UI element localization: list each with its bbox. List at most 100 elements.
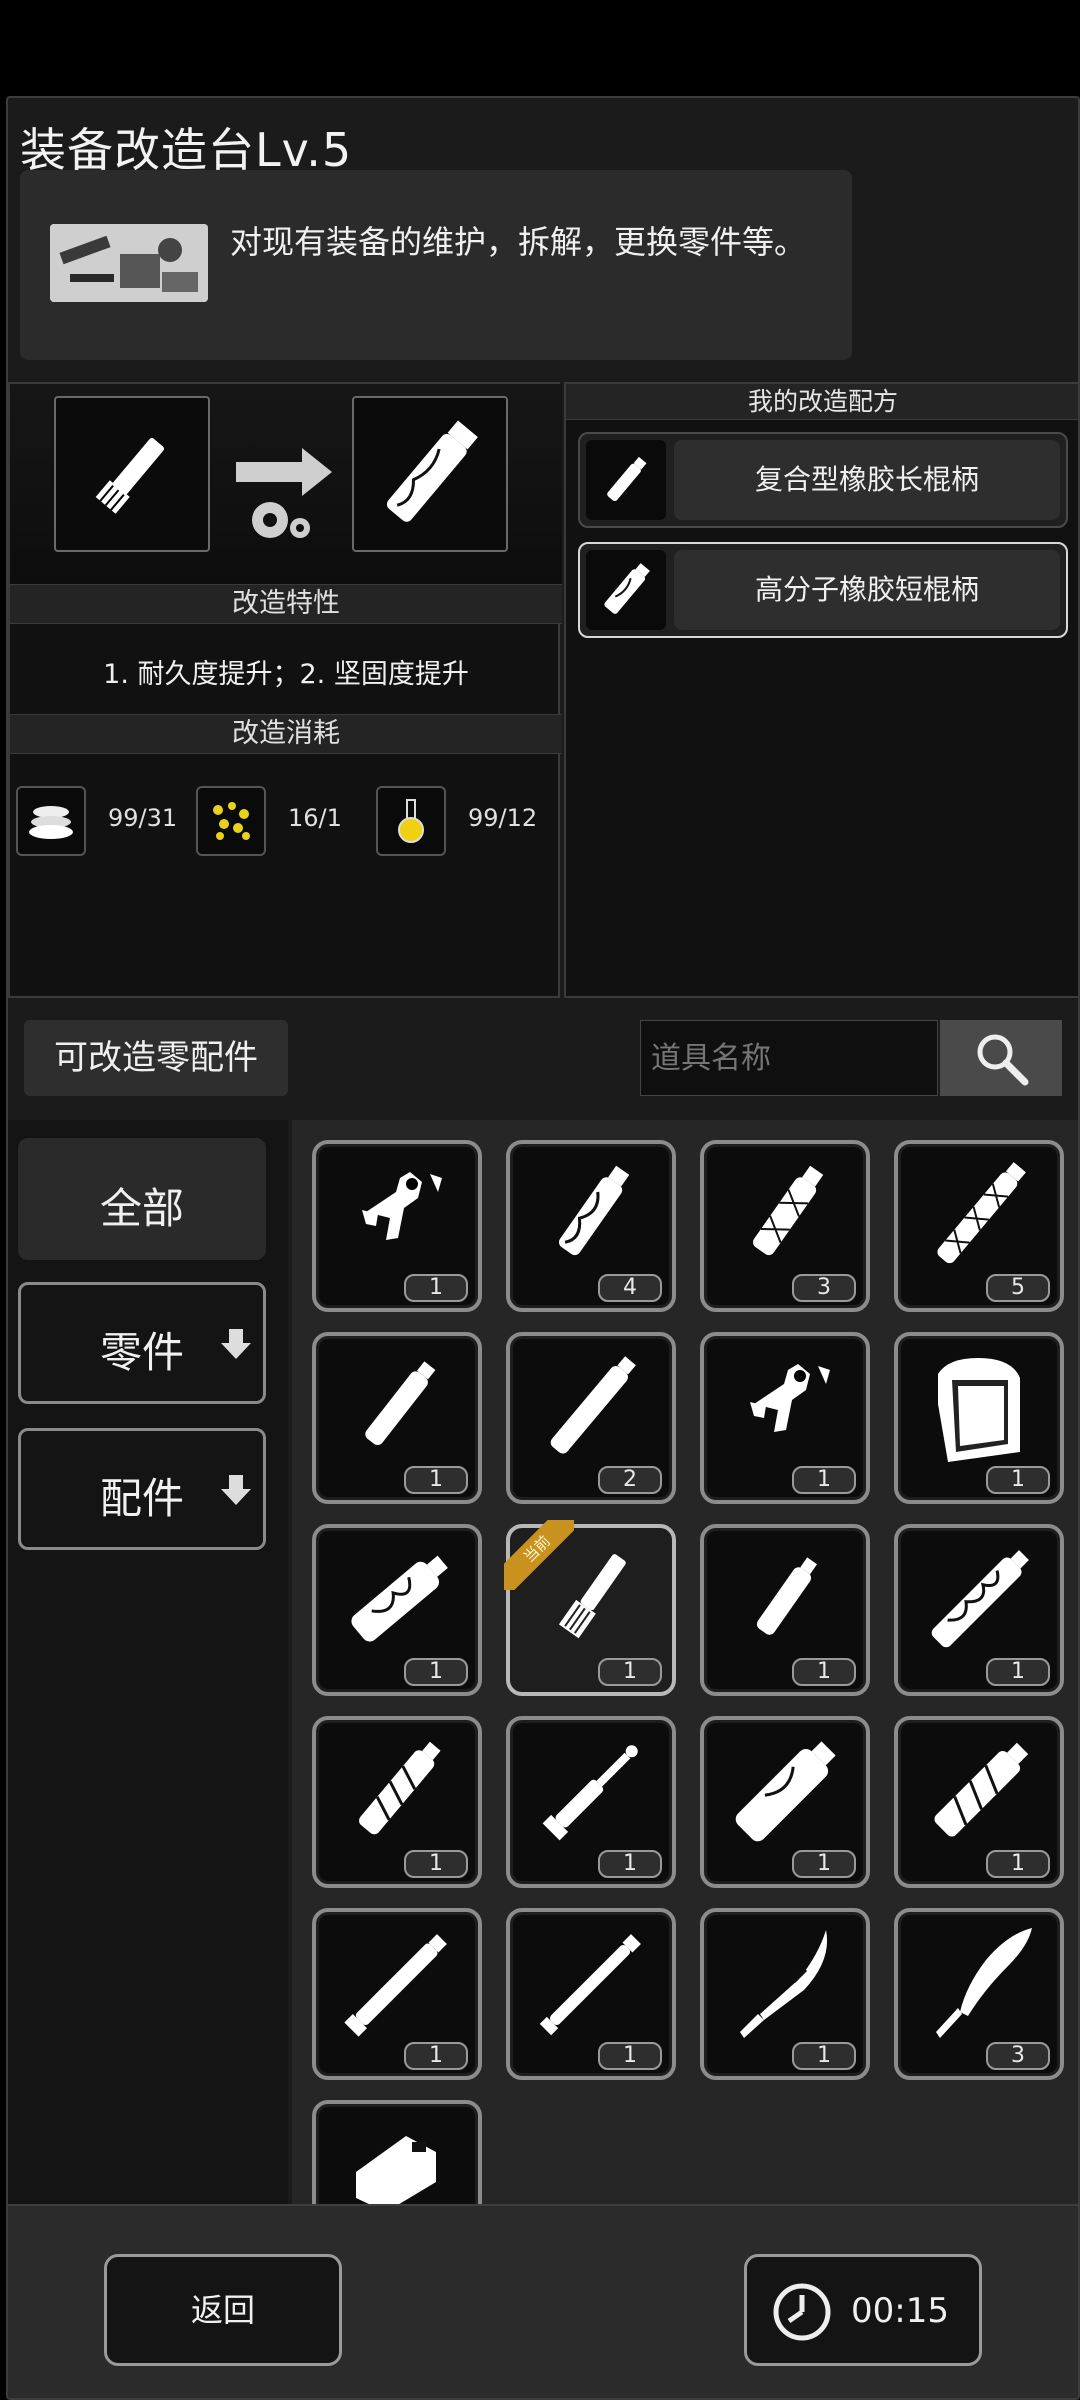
part-item[interactable]: 1 xyxy=(700,1332,870,1504)
back-button[interactable]: 返回 xyxy=(104,2254,342,2366)
search-button[interactable] xyxy=(940,1020,1062,1096)
cost-row: 99/31 16/1 99/12 xyxy=(10,780,562,860)
arrow-down-icon xyxy=(221,1329,251,1359)
item-count: 3 xyxy=(986,2042,1050,2070)
part-item[interactable]: 1 xyxy=(312,1716,482,1888)
features-title: 改造特性 xyxy=(10,584,562,624)
timer-button[interactable]: 00:15 xyxy=(744,2254,982,2366)
arrow-down-icon xyxy=(221,1475,251,1505)
part-item[interactable]: 1 xyxy=(312,1140,482,1312)
gold-nuggets-icon xyxy=(196,786,266,856)
part-item[interactable]: 1 xyxy=(894,1524,1064,1696)
item-count: 1 xyxy=(404,2042,468,2070)
short-grip-icon xyxy=(95,438,165,514)
flask-icon xyxy=(376,786,446,856)
swirl-grip-icon xyxy=(351,1555,448,1642)
cost-value: 16/1 xyxy=(288,804,342,832)
recipe-title: 我的改造配方 xyxy=(566,384,1078,420)
item-count: 1 xyxy=(404,1274,468,1302)
convert-arrow-gear-icon xyxy=(236,448,332,538)
part-item[interactable]: 1 xyxy=(700,1716,870,1888)
long-grip-icon xyxy=(550,1356,636,1454)
item-count: 1 xyxy=(792,1466,856,1494)
trigger-part-icon xyxy=(362,1172,442,1240)
item-count: 1 xyxy=(792,1850,856,1878)
staff-icon xyxy=(539,1934,641,2036)
part-item[interactable]: 3 xyxy=(894,1908,1064,2080)
part-item[interactable]: 1 xyxy=(506,1908,676,2080)
woven-grip-icon xyxy=(753,1165,824,1256)
item-count: 1 xyxy=(986,1658,1050,1686)
timer-text: 00:15 xyxy=(851,2291,949,2331)
recipe-panel: 我的改造配方 复合型橡胶长棍柄 高分子橡胶短棍柄 xyxy=(564,382,1078,998)
long-grip-icon xyxy=(586,550,666,630)
plain-grip-icon xyxy=(365,1361,436,1446)
thick-grip-icon xyxy=(735,1741,836,1842)
swirl-long-grip-icon xyxy=(931,1550,1029,1648)
description-box: 对现有装备的维护，拆解，更换零件等。 xyxy=(20,170,852,360)
recipe-label: 高分子橡胶短棍柄 xyxy=(674,550,1060,630)
part-item[interactable]: 2 xyxy=(506,1332,676,1504)
workbench-thumbnail-icon xyxy=(50,224,208,302)
clock-icon xyxy=(773,2283,831,2341)
part-item-current[interactable]: 当前 1 xyxy=(504,1520,676,1696)
small-grip-icon xyxy=(756,1557,818,1635)
part-item[interactable]: 1 xyxy=(312,1332,482,1504)
features-text: 1. 耐久度提升；2. 坚固度提升 xyxy=(103,659,469,690)
item-count: 1 xyxy=(986,1466,1050,1494)
item-count: 1 xyxy=(792,2042,856,2070)
recipe-item[interactable]: 复合型橡胶长棍柄 xyxy=(578,432,1068,528)
footer-bar: 返回 00:15 xyxy=(8,2204,1078,2398)
wrapped-grip-icon xyxy=(559,1165,630,1256)
part-item[interactable]: 1 xyxy=(894,1332,1064,1504)
staff-icon xyxy=(344,1934,447,2037)
category-all[interactable]: 全部 xyxy=(18,1138,266,1260)
part-item[interactable]: 5 xyxy=(894,1140,1064,1312)
item-count: 5 xyxy=(986,1274,1050,1302)
curved-blade-icon xyxy=(936,1928,1032,2038)
target-item-slot[interactable] xyxy=(352,396,508,552)
item-count: 1 xyxy=(986,1850,1050,1878)
category-parts[interactable]: 零件 xyxy=(18,1282,266,1404)
item-count: 1 xyxy=(598,1850,662,1878)
part-item[interactable]: 1 xyxy=(312,1524,482,1696)
part-item[interactable]: 4 xyxy=(506,1140,676,1312)
part-item[interactable]: 1 xyxy=(894,1716,1064,1888)
part-item[interactable]: 1 xyxy=(506,1716,676,1888)
rod-icon xyxy=(542,1745,638,1841)
item-count: 1 xyxy=(792,1658,856,1686)
part-item[interactable]: 1 xyxy=(312,1908,482,2080)
preview-area xyxy=(10,384,562,584)
item-count: 4 xyxy=(598,1274,662,1302)
item-count: 2 xyxy=(598,1466,662,1494)
part-item[interactable] xyxy=(312,2100,482,2220)
workbench-screen: 装备改造台Lv.5 对现有装备的维护，拆解，更换零件等。 改造特性 1. 耐久度… xyxy=(6,96,1080,2400)
item-count: 3 xyxy=(792,1274,856,1302)
recipe-label: 复合型橡胶长棍柄 xyxy=(674,440,1060,520)
machete-blade-icon xyxy=(740,1930,828,2038)
trigger-part-icon xyxy=(750,1364,830,1432)
material-stack-icon xyxy=(16,786,86,856)
part-item[interactable]: 1 xyxy=(700,1908,870,2080)
item-count: 1 xyxy=(598,2042,662,2070)
parts-title: 可改造零配件 xyxy=(24,1020,288,1096)
taped-grip-icon xyxy=(934,1742,1029,1837)
search-input[interactable] xyxy=(640,1020,938,1096)
recipe-item[interactable]: 高分子橡胶短棍柄 xyxy=(578,542,1068,638)
long-woven-grip-icon xyxy=(937,1162,1026,1264)
part-item[interactable]: 1 xyxy=(700,1524,870,1696)
category-label: 全部 xyxy=(99,1184,184,1233)
search-icon xyxy=(977,1034,1029,1086)
taped-grip-icon xyxy=(359,1741,441,1835)
category-accessories[interactable]: 配件 xyxy=(18,1428,266,1550)
long-grip-icon xyxy=(586,440,666,520)
short-grip-icon xyxy=(558,1554,626,1639)
item-count: 1 xyxy=(404,1850,468,1878)
long-grip-icon xyxy=(386,420,478,522)
source-item-slot[interactable] xyxy=(54,396,210,552)
part-item[interactable]: 3 xyxy=(700,1140,870,1312)
pouch-icon xyxy=(938,1358,1020,1462)
cost-value: 99/31 xyxy=(108,804,178,832)
cost-value: 99/12 xyxy=(468,804,538,832)
item-count: 1 xyxy=(404,1466,468,1494)
